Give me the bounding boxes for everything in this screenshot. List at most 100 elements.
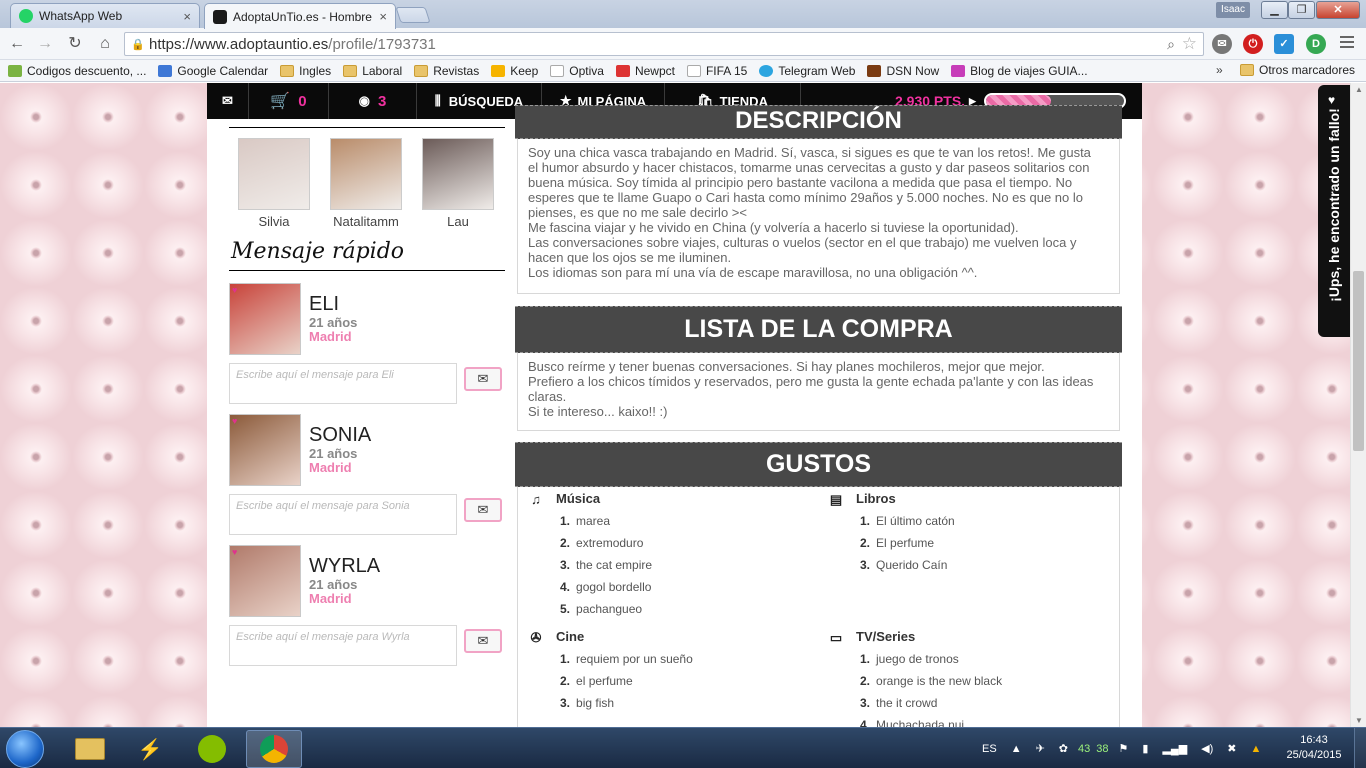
bookmark-item[interactable]: Keep [491,64,538,78]
send-message-button[interactable]: ✉ [464,367,502,391]
bookmark-favicon-icon [8,64,22,77]
clock[interactable]: 16:43 25/04/2015 [1280,733,1348,763]
extension-chat-icon[interactable]: ✉ [1212,34,1232,54]
scrollbar-thumb[interactable] [1353,271,1364,451]
message-input[interactable]: Escribe aquí el mensaje para Wyrla [229,625,457,666]
tray-app-icon[interactable]: ✿ [1059,742,1068,755]
close-window-button[interactable]: ✕ [1316,1,1360,19]
zoom-icon[interactable]: ⌕ [1167,36,1175,53]
user-name[interactable]: WYRLA [309,555,380,578]
url-text: https://www.adoptauntio.es/profile/17937… [149,35,436,53]
signal-icon[interactable]: ▂▄▆ [1162,742,1187,755]
bookmark-star-icon[interactable]: ☆ [1182,34,1197,54]
show-desktop-button[interactable] [1354,728,1366,768]
bookmark-item[interactable]: FIFA 15 [686,64,747,78]
user-photo[interactable] [229,414,301,486]
scroll-down-icon[interactable]: ▼ [1355,716,1363,725]
user-name[interactable]: ELI [309,293,339,316]
extension-d-icon[interactable]: D [1306,34,1326,54]
message-input[interactable]: Escribe aquí el mensaje para Sonia [229,494,457,535]
text-line: buena música. Soy tímida al principio pe… [528,175,1073,190]
maximize-button[interactable]: ❐ [1288,1,1315,19]
bookmark-item[interactable]: Newpct [615,64,675,78]
visitor-photo[interactable] [238,138,310,210]
item-text: marea [576,514,611,528]
visitor-card[interactable]: Lau [421,138,495,229]
chrome-menu-icon[interactable] [1340,36,1354,51]
user-age: 21 años [309,315,358,330]
ea-icon [686,64,701,77]
text-line: claras. [528,389,567,404]
text-line: Las conversaciones sobre viajes, cultura… [528,235,1077,250]
cart-button[interactable]: 🛒 0 [249,83,329,119]
bookmark-item[interactable]: Telegram Web [759,64,855,78]
minimize-button[interactable]: ▁ [1261,1,1288,19]
other-bookmarks[interactable]: Otros marcadores [1240,63,1355,77]
close-tab-icon[interactable]: × [379,9,387,24]
visitor-photo[interactable] [422,138,494,210]
item-text: the cat empire [576,558,653,572]
film-reel-icon: ✇ [530,629,542,645]
item-text: pachangueo [576,602,643,616]
bookmark-folder[interactable]: Laboral [343,64,402,78]
coins-button[interactable]: ◉ 3 [329,83,417,119]
browser-titlebar: WhatsApp Web × AdoptaUnTio.es - Hombre ×… [0,0,1366,29]
home-icon[interactable]: ⌂ [94,33,116,55]
start-button[interactable] [6,730,44,768]
close-tab-icon[interactable]: × [183,9,191,24]
drive-icon[interactable]: ▲ [1251,743,1262,755]
page-viewport: ✉ 🛒 0 ◉ 3 ⫼ BÚSQUEDA ★ MI PÁGINA 🛍 TIEND… [0,83,1350,727]
inbox-icon[interactable]: ✉ [207,83,249,119]
category-label: Música [556,491,601,506]
page-scrollbar[interactable]: ▲ ▼ [1350,83,1366,727]
list-item: 2. El perfume [860,536,935,550]
tab-adoptauntio[interactable]: AdoptaUnTio.es - Hombre × [204,3,396,29]
music-note-icon: ♫ [531,491,541,507]
reload-icon[interactable]: ↻ [64,33,86,55]
list-item: 3. Querido Caín [860,558,948,572]
new-tab-button[interactable] [395,7,431,23]
bookmark-item[interactable]: Google Calendar [158,64,268,78]
scroll-up-icon[interactable]: ▲ [1355,85,1363,94]
bookmark-item[interactable]: Optiva [550,64,604,78]
visitor-card[interactable]: Natalitamm [329,138,403,229]
send-message-button[interactable]: ✉ [464,498,502,522]
text-line: Busco reírme y tener buenas conversacion… [528,359,1045,374]
back-icon[interactable]: ← [6,33,28,55]
extension-check-icon[interactable]: ✓ [1274,34,1294,54]
profile-badge[interactable]: Isaac [1216,2,1250,18]
tray-app-icon[interactable]: ✈ [1036,742,1045,755]
user-photo[interactable] [229,283,301,355]
forward-icon[interactable]: → [34,33,56,55]
category-label: Libros [856,491,896,506]
chrome-taskbar-icon[interactable] [246,730,302,768]
send-message-button[interactable]: ✉ [464,629,502,653]
visitor-card[interactable]: Silvia [237,138,311,229]
battery-icon[interactable]: ▮ [1142,742,1148,755]
bookmarks-overflow-icon[interactable]: » [1216,63,1223,77]
quick-message-title: Mensaje rápido [231,239,405,264]
tab-whatsapp[interactable]: WhatsApp Web × [10,3,200,28]
spotify-icon[interactable] [184,730,240,768]
bug-report-tab[interactable]: ♥ ¡Ups, he encontrado un fallo! [1318,85,1350,337]
tray-expand-icon[interactable]: ▲ [1011,743,1022,755]
bookmark-item[interactable]: Codigos descuento, ... [8,64,146,78]
explorer-icon[interactable] [62,730,118,768]
user-age: 21 años [309,577,358,592]
user-name[interactable]: SONIA [309,424,371,447]
volume-icon[interactable]: ◀) [1201,742,1213,755]
user-photo[interactable] [229,545,301,617]
visitor-photo[interactable] [330,138,402,210]
flag-icon[interactable]: ⚑ [1119,742,1129,755]
winamp-icon[interactable]: ⚡ [122,730,178,768]
bookmark-folder[interactable]: Ingles [280,64,331,78]
bookmark-folder[interactable]: Revistas [414,64,479,78]
tray-app-icon[interactable]: ✖ [1227,742,1236,755]
extension-power-icon[interactable]: ⏻ [1243,34,1263,54]
bookmark-item[interactable]: DSN Now [867,64,939,78]
bookmark-item[interactable]: Blog de viajes GUIA... [951,64,1088,78]
list-item: 2. extremoduro [560,536,644,550]
message-input[interactable]: Escribe aquí el mensaje para Eli [229,363,457,404]
language-indicator[interactable]: ES [982,743,997,755]
address-bar[interactable]: 🔒 https://www.adoptauntio.es/profile/179… [124,32,1204,56]
